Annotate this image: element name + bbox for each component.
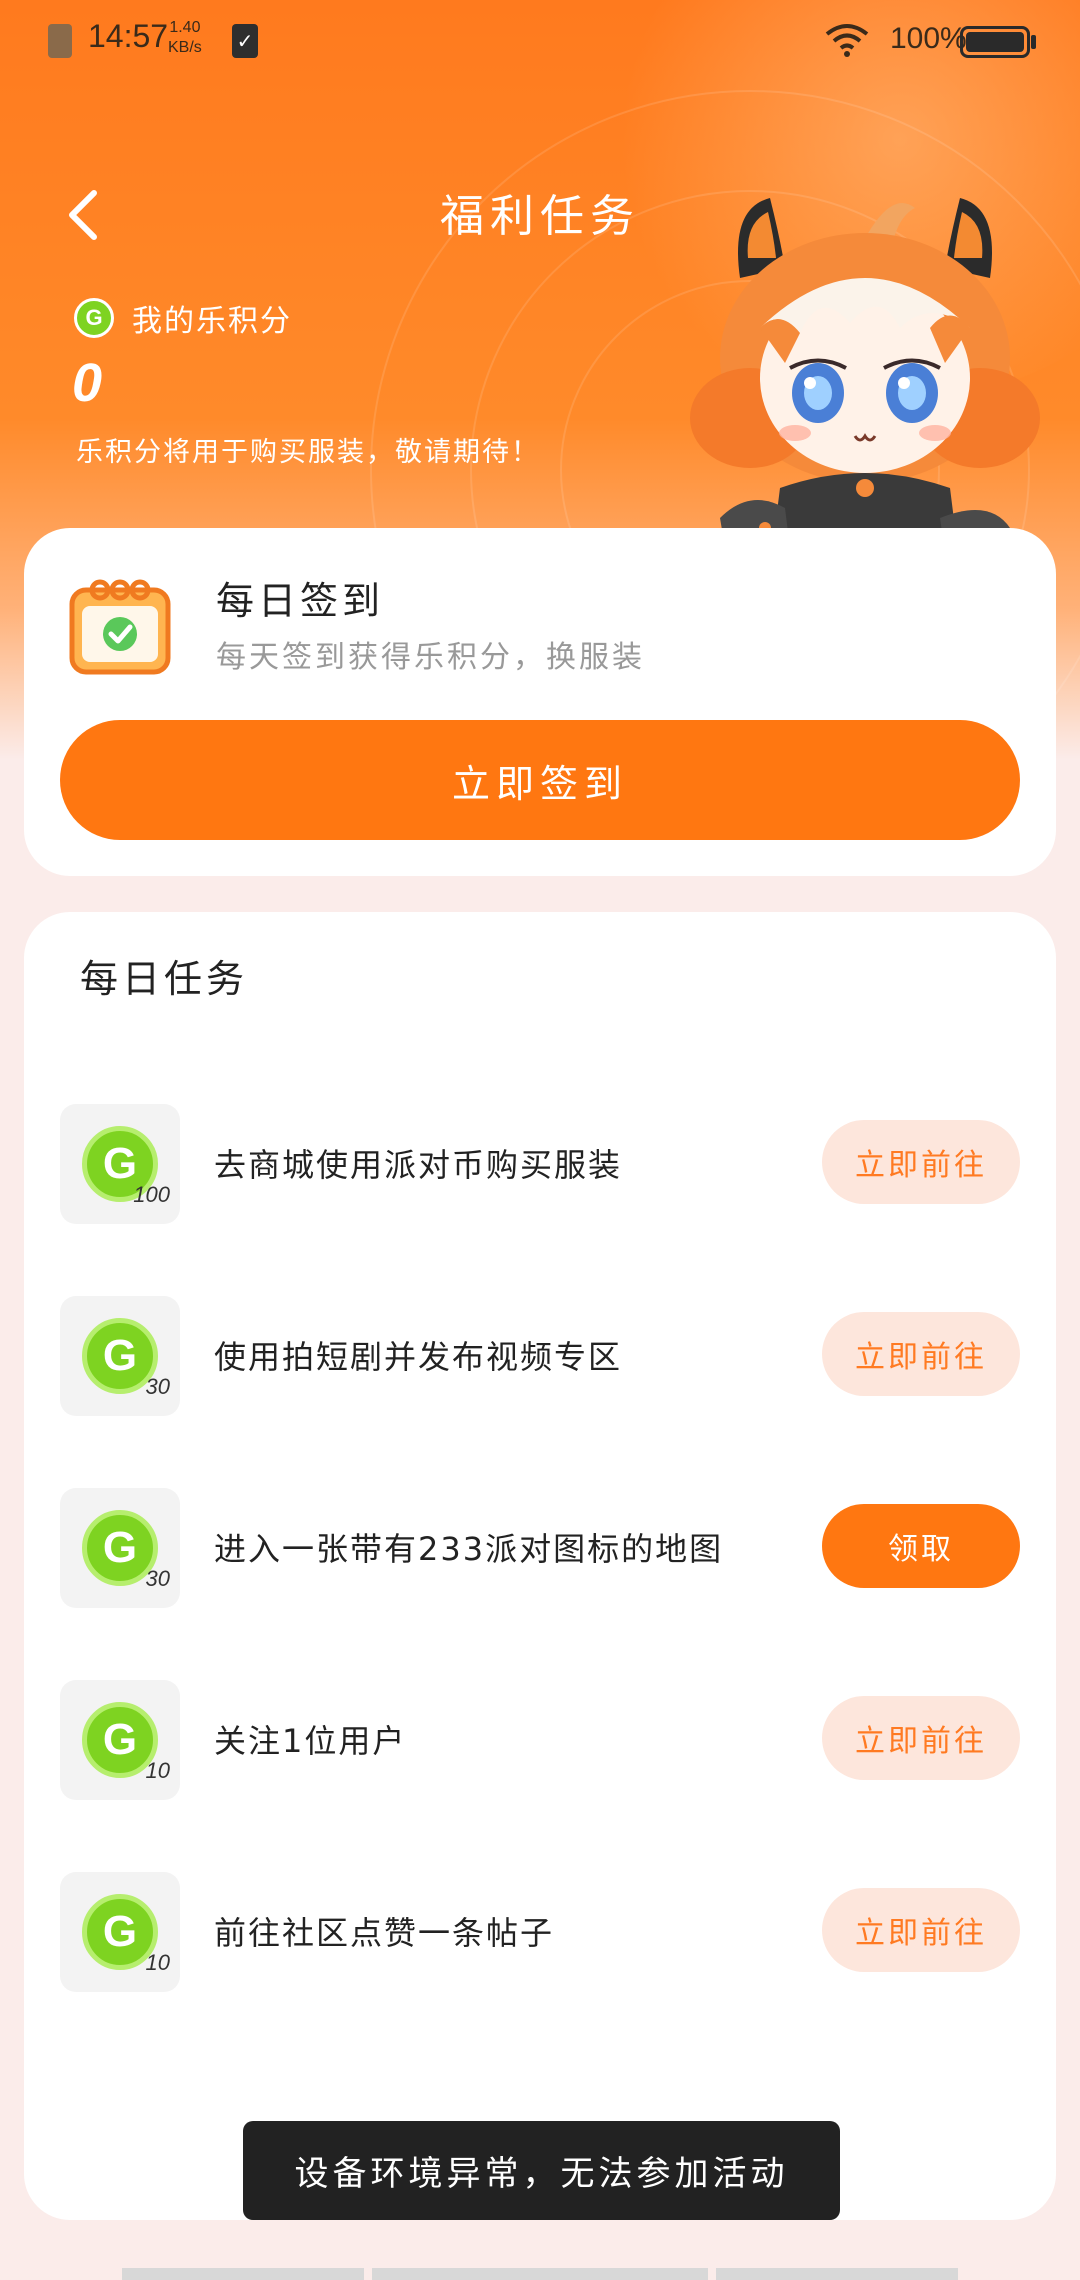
bottom-peek (0, 2268, 1080, 2280)
task-claim-button[interactable]: 领取 (822, 1504, 1020, 1588)
sign-in-title: 每日签到 (216, 579, 385, 623)
task-row: G 10 前往社区点赞一条帖子 立即前往 (60, 1872, 1020, 1992)
task-reward-amount: 100 (133, 1182, 170, 1207)
task-reward-icon: G 10 (60, 1872, 180, 1992)
task-reward-amount: 30 (145, 1566, 170, 1591)
task-label: 前往社区点赞一条帖子 (214, 1914, 555, 1952)
task-row: G 100 去商城使用派对币购买服装 立即前往 (60, 1104, 1020, 1224)
clipboard-check-icon: ✓ (232, 24, 258, 58)
task-reward-icon: G 30 (60, 1488, 180, 1608)
toast-message: 设备环境异常，无法参加活动 (243, 2121, 840, 2220)
sign-in-subtitle: 每天签到获得乐积分，换服装 (216, 640, 645, 675)
task-reward-amount: 30 (145, 1374, 170, 1399)
task-row: G 30 使用拍短剧并发布视频专区 立即前往 (60, 1296, 1020, 1416)
daily-tasks-title: 每日任务 (80, 957, 249, 1001)
task-reward-amount: 10 (145, 1758, 170, 1783)
task-reward-icon: G 100 (60, 1104, 180, 1224)
points-note: 乐积分将用于购买服装，敬请期待！ (76, 437, 540, 468)
points-value: 0 (72, 353, 103, 413)
task-label: 进入一张带有233派对图标的地图 (214, 1530, 724, 1568)
task-reward-icon: G 30 (60, 1296, 180, 1416)
task-label: 关注1位用户 (214, 1722, 407, 1760)
status-time: 14:57 (88, 18, 169, 54)
task-reward-amount: 10 (145, 1950, 170, 1975)
network-speed: 1.40 KB/s (168, 18, 202, 58)
bottom-peek-bar (716, 2268, 958, 2280)
battery-percent: 100% (890, 22, 967, 55)
task-go-button[interactable]: 立即前往 (822, 1312, 1020, 1396)
task-go-button[interactable]: 立即前往 (822, 1120, 1020, 1204)
sign-in-card: 每日签到 每天签到获得乐积分，换服装 立即签到 (24, 528, 1056, 876)
points-label: 我的乐积分 (132, 304, 292, 339)
points-label-row: G 我的乐积分 (74, 296, 292, 340)
calendar-check-icon (69, 579, 171, 675)
task-go-button[interactable]: 立即前往 (822, 1888, 1020, 1972)
task-row: G 30 进入一张带有233派对图标的地图 领取 (60, 1488, 1020, 1608)
task-label: 去商城使用派对币购买服装 (214, 1146, 623, 1184)
status-bar: 14:57 1.40 KB/s ✓ 100% (0, 0, 1080, 82)
battery-tip (1031, 35, 1036, 49)
points-coin-icon: G (74, 298, 114, 338)
network-speed-unit: KB/s (168, 39, 202, 56)
bottom-peek-bar (122, 2268, 364, 2280)
daily-tasks-card: 每日任务 G 100 去商城使用派对币购买服装 立即前往 G 30 使用拍短剧并… (24, 912, 1056, 2220)
task-go-button[interactable]: 立即前往 (822, 1696, 1020, 1780)
sim-card-icon (48, 24, 72, 58)
sign-in-button[interactable]: 立即签到 (60, 720, 1020, 840)
task-reward-icon: G 10 (60, 1680, 180, 1800)
network-speed-value: 1.40 (169, 19, 201, 36)
task-row: G 10 关注1位用户 立即前往 (60, 1680, 1020, 1800)
wifi-icon (824, 22, 870, 67)
battery-icon (960, 26, 1030, 58)
bottom-peek-bar (372, 2268, 708, 2280)
task-label: 使用拍短剧并发布视频专区 (214, 1338, 623, 1376)
